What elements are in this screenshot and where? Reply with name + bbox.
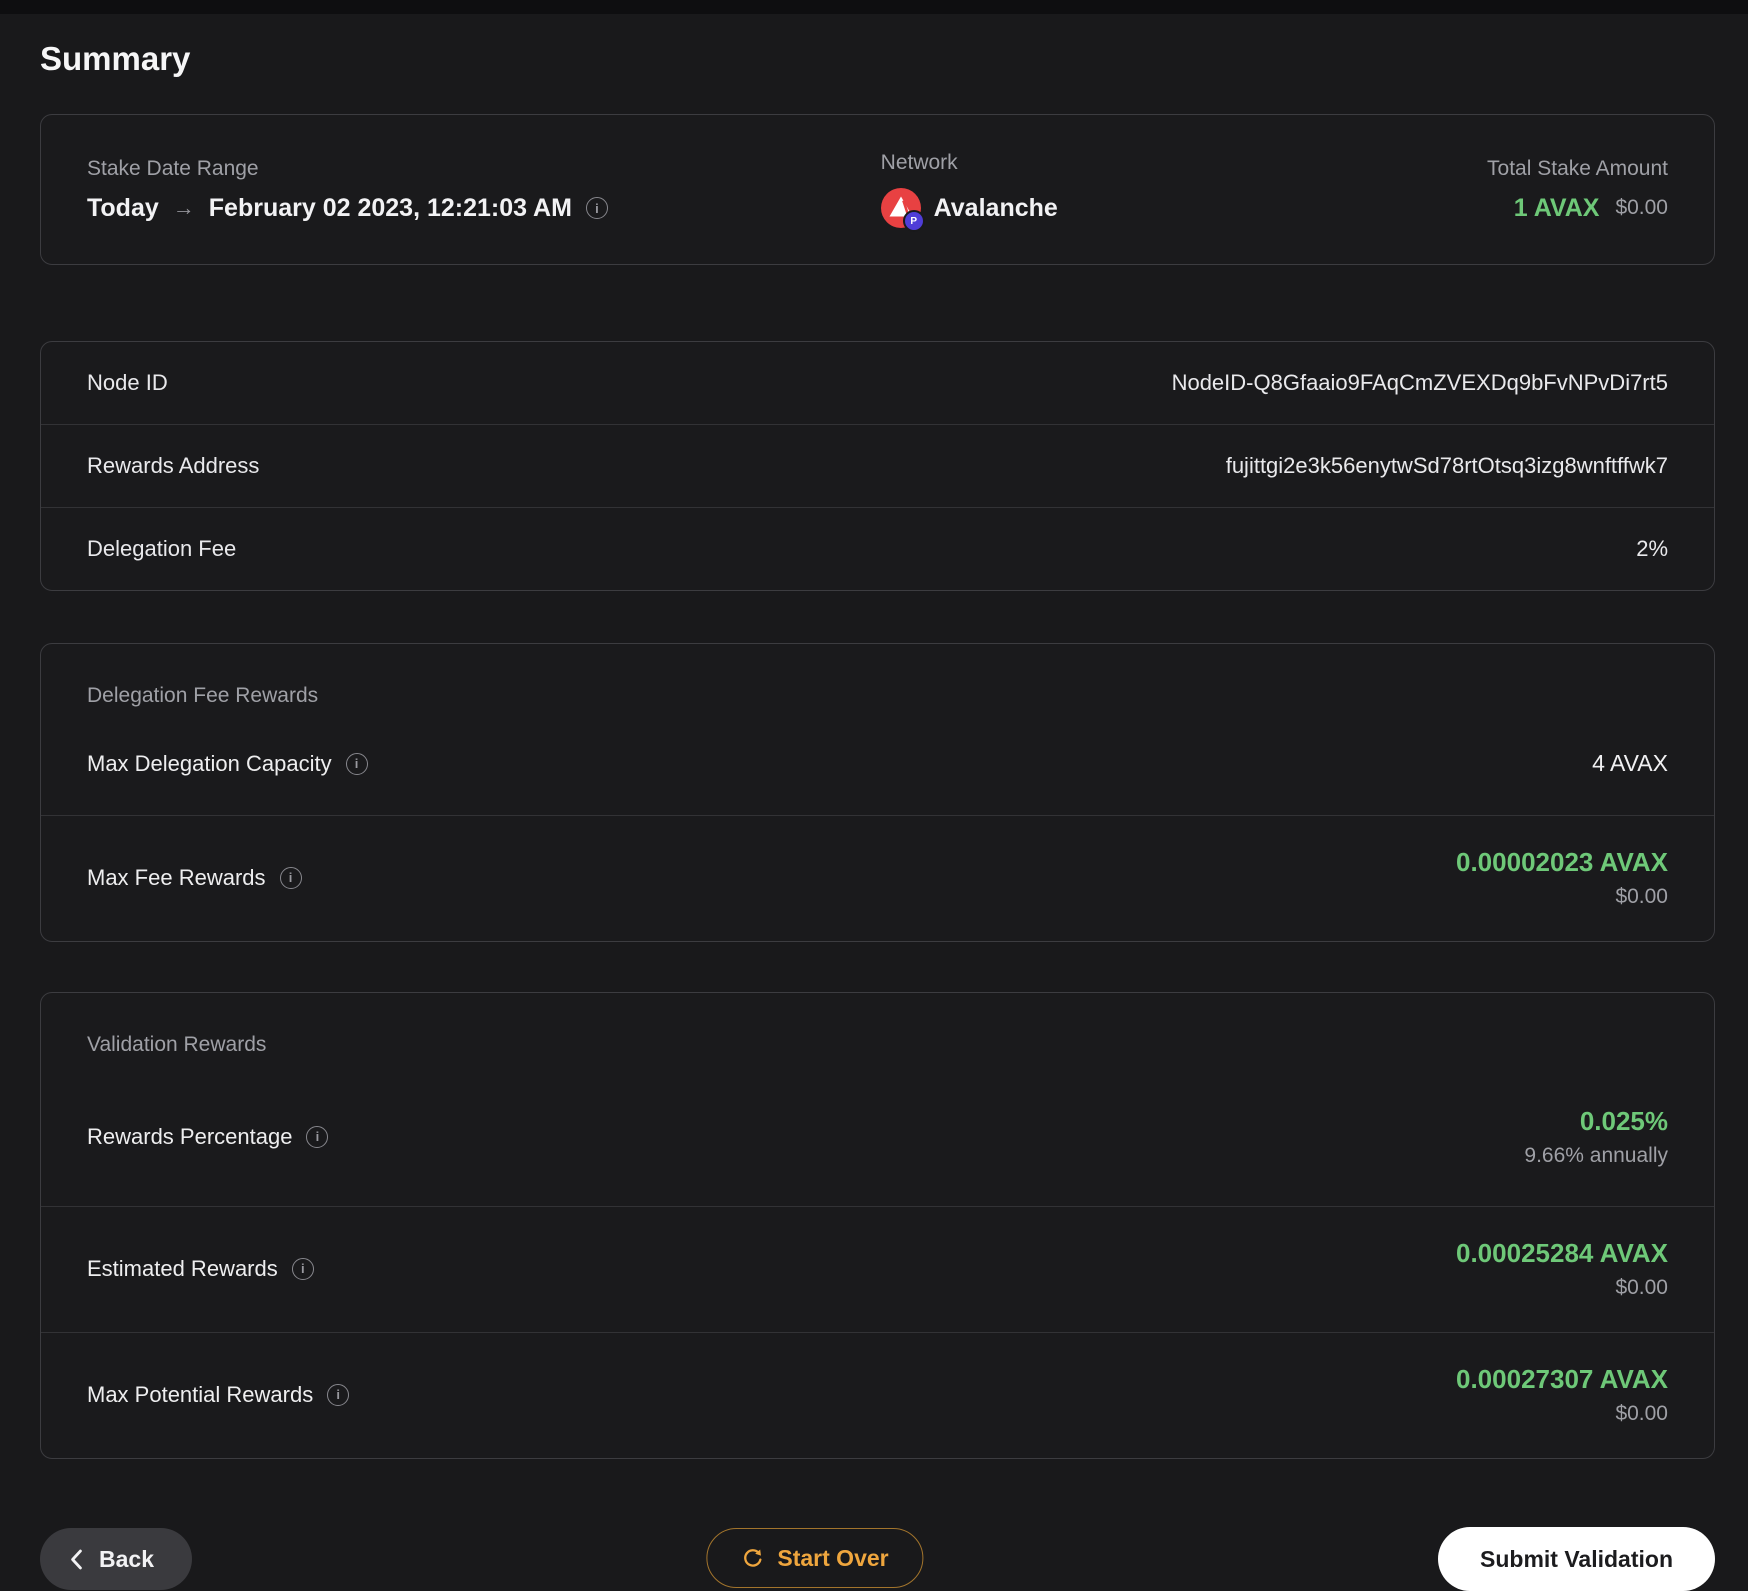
submit-validation-label: Submit Validation (1480, 1545, 1673, 1572)
table-row: Node ID NodeID-Q8Gfaaio9FAqCmZVEXDq9bFvN… (41, 342, 1714, 424)
max-fee-rewards-row: Max Fee Rewards i 0.00002023 AVAX $0.00 (41, 816, 1714, 941)
estimated-rewards-text: Estimated Rewards (87, 1255, 278, 1281)
network-field: Network P Avalanche (880, 151, 1487, 232)
estimated-rewards-info-icon[interactable]: i (291, 1257, 314, 1280)
p-chain-badge: P (902, 210, 925, 232)
submit-validation-button[interactable]: Submit Validation (1438, 1527, 1715, 1591)
stake-date-range-label: Stake Date Range (87, 156, 259, 180)
max-delegation-capacity-text: Max Delegation Capacity (87, 750, 332, 776)
arrow-right-icon: → (172, 195, 195, 220)
max-fee-rewards-values: 0.00002023 AVAX $0.00 (1456, 846, 1668, 909)
max-potential-rewards-info-icon[interactable]: i (327, 1383, 350, 1406)
table-row: Rewards Address fujittgi2e3k56enytwSd78r… (41, 424, 1714, 507)
stake-date-info-icon[interactable]: i (585, 197, 608, 219)
rewards-percentage-values: 0.025% 9.66% annually (1524, 1105, 1668, 1168)
delegation-fee-label: Delegation Fee (87, 536, 237, 561)
rewards-percentage-value: 0.025% (1579, 1106, 1668, 1136)
delegation-fee-value: 2% (1636, 536, 1668, 561)
max-delegation-capacity-value: 4 AVAX (1592, 750, 1668, 776)
start-over-button-label: Start Over (777, 1544, 889, 1571)
back-button-label: Back (99, 1545, 154, 1572)
max-potential-rewards-text: Max Potential Rewards (87, 1381, 314, 1407)
top-divider-bar (0, 0, 1748, 14)
max-delegation-capacity-row: Max Delegation Capacity i 4 AVAX (41, 708, 1714, 815)
rewards-percentage-label: Rewards Percentage i (87, 1123, 329, 1150)
max-fee-rewards-label: Max Fee Rewards i (87, 865, 302, 891)
stake-date-range-value: Today → February 02 2023, 12:21:03 AM i (87, 194, 881, 223)
stake-date-to: February 02 2023, 12:21:03 AM (208, 193, 572, 222)
rewards-percentage-row: Rewards Percentage i 0.025% 9.66% annual… (41, 1057, 1714, 1206)
node-id-value: NodeID-Q8Gfaaio9FAqCmZVEXDq9bFvNPvDi7rt5 (1171, 370, 1668, 395)
node-details-card: Node ID NodeID-Q8Gfaaio9FAqCmZVEXDq9bFvN… (40, 341, 1715, 591)
rewards-address-value: fujittgi2e3k56enytwSd78rtOtsq3izg8wnftff… (1225, 453, 1668, 478)
max-potential-rewards-avax: 0.00027307 AVAX (1456, 1364, 1668, 1394)
validation-rewards-title: Validation Rewards (87, 1033, 267, 1056)
delegation-fee-rewards-title: Delegation Fee Rewards (87, 684, 319, 707)
total-stake-usd: $0.00 (1615, 196, 1668, 219)
avalanche-icon: P (880, 188, 925, 232)
stake-date-range-field: Stake Date Range Today → February 02 202… (87, 157, 881, 223)
node-id-label: Node ID (87, 370, 168, 395)
estimated-rewards-values: 0.00025284 AVAX $0.00 (1456, 1237, 1668, 1300)
max-fee-rewards-usd: $0.00 (1615, 885, 1668, 908)
summary-page: Summary Stake Date Range Today → Februar… (0, 40, 1748, 1591)
max-delegation-capacity-info-icon[interactable]: i (345, 752, 368, 775)
estimated-rewards-usd: $0.00 (1615, 1276, 1668, 1299)
total-stake-avax: 1 AVAX (1513, 193, 1600, 222)
max-fee-rewards-avax: 0.00002023 AVAX (1456, 847, 1668, 877)
network-name: Avalanche (933, 193, 1058, 222)
max-potential-rewards-row: Max Potential Rewards i 0.00027307 AVAX … (41, 1333, 1714, 1458)
delegation-fee-rewards-card: Delegation Fee Rewards Max Delegation Ca… (40, 643, 1715, 942)
chevron-left-icon (70, 1549, 83, 1570)
validation-rewards-card: Validation Rewards Rewards Percentage i … (40, 992, 1715, 1459)
rewards-address-label: Rewards Address (87, 453, 260, 478)
network-value: P Avalanche (880, 188, 1487, 232)
footer-center: Start Over (192, 1528, 1438, 1590)
network-label: Network (880, 151, 958, 174)
estimated-rewards-row: Estimated Rewards i 0.00025284 AVAX $0.0… (41, 1207, 1714, 1332)
start-over-button[interactable]: Start Over (706, 1528, 924, 1588)
max-potential-rewards-label: Max Potential Rewards i (87, 1381, 350, 1408)
total-stake-label: Total Stake Amount (1487, 156, 1668, 180)
stake-date-from: Today (87, 193, 159, 222)
max-fee-rewards-text: Max Fee Rewards (87, 864, 266, 890)
max-fee-rewards-info-icon[interactable]: i (279, 866, 302, 889)
refresh-icon (741, 1547, 764, 1570)
footer-actions: Back Start Over Submit Validation (40, 1527, 1715, 1591)
rewards-percentage-text: Rewards Percentage (87, 1123, 293, 1149)
max-delegation-capacity-label: Max Delegation Capacity i (87, 751, 368, 777)
estimated-rewards-avax: 0.00025284 AVAX (1456, 1238, 1668, 1268)
back-button[interactable]: Back (40, 1528, 192, 1590)
total-stake-value: 1 AVAX $0.00 (1487, 194, 1668, 223)
estimated-rewards-label: Estimated Rewards i (87, 1256, 314, 1282)
table-row: Delegation Fee 2% (41, 507, 1714, 590)
stake-overview-card: Stake Date Range Today → February 02 202… (40, 114, 1715, 265)
max-potential-rewards-values: 0.00027307 AVAX $0.00 (1456, 1363, 1668, 1426)
page-title: Summary (40, 40, 191, 77)
rewards-percentage-annual: 9.66% annually (1524, 1144, 1668, 1167)
max-potential-rewards-usd: $0.00 (1615, 1402, 1668, 1425)
rewards-percentage-info-icon[interactable]: i (306, 1125, 329, 1148)
total-stake-field: Total Stake Amount 1 AVAX $0.00 (1487, 157, 1668, 223)
